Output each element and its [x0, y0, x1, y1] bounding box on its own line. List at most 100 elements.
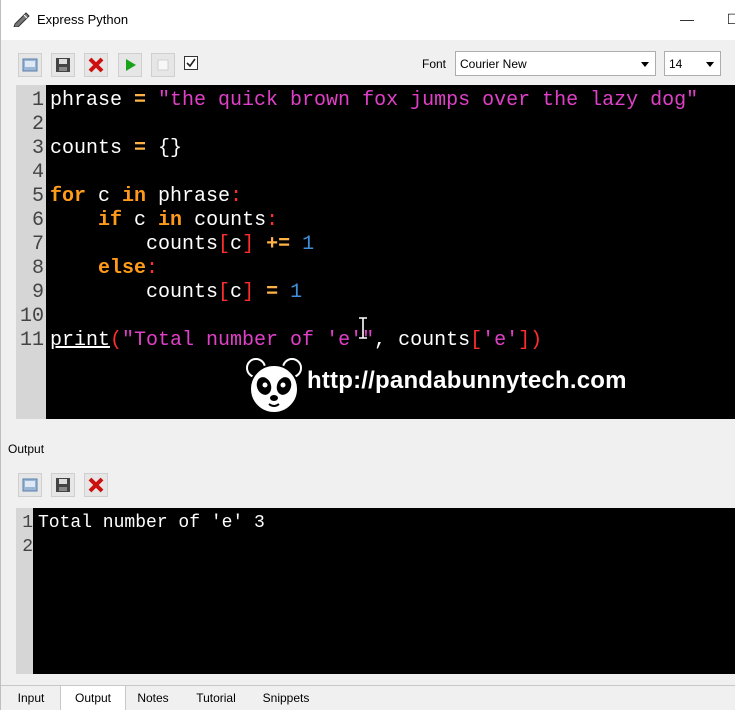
font-size-value: 14 — [669, 57, 683, 71]
code-line: print("Total number of 'e'", counts['e']… — [50, 329, 542, 353]
line-number: 3 — [31, 137, 44, 160]
line-number: 6 — [31, 209, 44, 232]
stop-button[interactable] — [151, 53, 175, 77]
panda-icon — [246, 358, 302, 414]
pane-splitter[interactable] — [1, 419, 735, 437]
code-token: [ — [218, 281, 231, 304]
code-token: counts — [182, 209, 267, 232]
save-icon — [55, 57, 71, 73]
code-token: counts — [146, 281, 219, 304]
code-token: counts — [146, 233, 219, 256]
tab-snippets[interactable]: Snippets — [254, 686, 318, 710]
output-toolbar — [1, 460, 735, 506]
save-icon — [55, 477, 71, 493]
font-size-select[interactable]: 14 — [664, 51, 721, 76]
code-token: "the quick brown fox jumps over the lazy… — [158, 89, 699, 112]
code-token: [ — [470, 329, 483, 352]
code-token: 1 — [290, 281, 303, 304]
code-token: counts — [50, 137, 123, 160]
output-clear-button[interactable] — [84, 473, 108, 497]
new-file-icon — [22, 477, 38, 493]
code-token: : — [266, 209, 279, 232]
code-token: ]) — [518, 329, 543, 352]
code-token: c — [122, 209, 159, 232]
code-token: 'e' — [482, 329, 519, 352]
code-line: counts = {} — [50, 137, 182, 161]
text-cursor-icon — [359, 317, 367, 339]
line-number-gutter: 1 2 3 4 5 6 7 8 9 10 11 — [16, 85, 46, 419]
code-token: for — [50, 185, 87, 208]
tab-tutorial[interactable]: Tutorial — [185, 686, 247, 710]
run-button[interactable] — [118, 53, 142, 77]
code-line: counts[c] += 1 — [50, 233, 314, 257]
code-token: : — [146, 257, 159, 280]
clear-button[interactable] — [84, 53, 108, 77]
clear-x-icon — [88, 57, 104, 73]
output-new-button[interactable] — [18, 473, 42, 497]
line-number: 7 — [31, 233, 44, 256]
watermark-url: http://pandabunnytech.com — [307, 367, 627, 394]
output-console[interactable]: 1 2 Total number of 'e' 3 — [16, 508, 735, 674]
code-token: else — [98, 257, 147, 280]
code-line: for c in phrase: — [50, 185, 242, 209]
chevron-down-icon — [706, 62, 714, 67]
line-number: 5 — [31, 185, 44, 208]
code-token: = — [254, 281, 291, 304]
code-token: 1 — [302, 233, 315, 256]
code-token: += — [254, 233, 303, 256]
save-button[interactable] — [51, 53, 75, 77]
new-file-icon — [22, 57, 38, 73]
title-bar: Express Python — ☐ — [1, 0, 735, 40]
code-line: counts[c] = 1 — [50, 281, 302, 305]
tab-input[interactable]: Input — [7, 686, 55, 710]
code-token: phrase — [50, 89, 123, 112]
code-token: print — [50, 329, 111, 352]
code-token: c — [230, 281, 243, 304]
code-token: {} — [158, 137, 183, 160]
code-token: c — [230, 233, 243, 256]
chevron-down-icon — [641, 62, 649, 67]
code-token: : — [230, 185, 243, 208]
code-token: [ — [218, 233, 231, 256]
tab-notes[interactable]: Notes — [129, 686, 177, 710]
code-token: , counts — [374, 329, 471, 352]
code-token: ( — [110, 329, 123, 352]
font-select[interactable]: Courier New — [455, 51, 656, 76]
code-token: = — [122, 137, 159, 160]
output-pane-label: Output — [8, 442, 45, 456]
code-token: ] — [242, 281, 255, 304]
checkbox-icon[interactable] — [183, 55, 199, 71]
code-token: in — [122, 185, 147, 208]
bottom-tab-bar: Input Output Notes Tutorial Snippets — [1, 685, 735, 710]
run-play-icon — [122, 57, 138, 73]
output-line-number: 2 — [22, 537, 33, 557]
window-title: Express Python — [37, 12, 129, 27]
line-number: 11 — [19, 329, 44, 352]
output-save-button[interactable] — [51, 473, 75, 497]
output-line: Total number of 'e' 3 — [38, 513, 265, 533]
line-number: 10 — [19, 305, 44, 328]
code-line: if c in counts: — [50, 209, 278, 233]
code-token: = — [122, 89, 159, 112]
maximize-button[interactable]: ☐ — [723, 8, 735, 30]
line-number: 8 — [31, 257, 44, 280]
new-file-button[interactable] — [18, 53, 42, 77]
output-line-number: 1 — [22, 513, 33, 533]
output-line-gutter: 1 2 — [16, 508, 33, 674]
code-token: phrase — [146, 185, 231, 208]
stop-icon — [155, 57, 171, 73]
line-number: 4 — [31, 161, 44, 184]
app-window: Express Python — ☐ Font Courier New 14 1… — [0, 0, 735, 710]
minimize-button[interactable]: — — [677, 8, 697, 30]
font-label: Font — [422, 57, 447, 71]
code-token: c — [86, 185, 123, 208]
code-token: "Total number of 'e'" — [122, 329, 375, 352]
code-line: phrase = "the quick brown fox jumps over… — [50, 89, 698, 113]
code-line: else: — [50, 257, 158, 281]
tab-output[interactable]: Output — [60, 686, 126, 710]
line-number: 2 — [31, 113, 44, 136]
pen-icon — [13, 11, 31, 28]
